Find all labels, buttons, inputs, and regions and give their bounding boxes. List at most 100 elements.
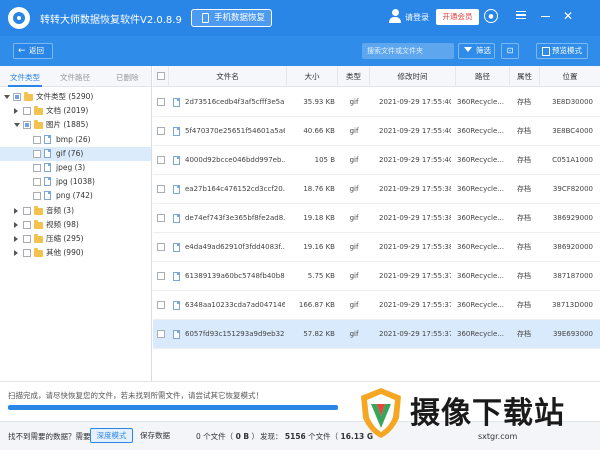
row-checkbox[interactable] bbox=[157, 127, 165, 135]
row-checkbox[interactable] bbox=[157, 214, 165, 222]
select-all-checkbox[interactable] bbox=[157, 72, 165, 80]
tree-node[interactable]: 其他 (990) bbox=[0, 246, 151, 260]
tree-checkbox[interactable] bbox=[23, 107, 31, 116]
selected-number: 0 bbox=[196, 432, 201, 441]
table-row[interactable]: 5f470370e25651f54601a5a6... 40.66 KB gif 20… bbox=[153, 117, 600, 146]
table-row[interactable]: 4000d92bcce046bdd997eb... 105 B gif 2021-09… bbox=[153, 146, 600, 175]
cell-modified: 2021-09-29 17:55:40 bbox=[379, 127, 451, 135]
expand-icon[interactable] bbox=[14, 236, 18, 242]
row-checkbox[interactable] bbox=[157, 156, 165, 164]
cell-path: 360Recycle... bbox=[457, 301, 504, 309]
tree-node[interactable]: 压缩 (295) bbox=[0, 232, 151, 246]
cell-attr: 存档 bbox=[517, 98, 531, 106]
table-row[interactable]: 6057fd93c151293a9d9eb32... 57.82 KB gif 202… bbox=[153, 320, 600, 349]
selected-unit: 个文件（ bbox=[203, 432, 234, 441]
tree-node[interactable]: 图片 (1885) bbox=[0, 118, 151, 132]
tree-node[interactable]: jpg (1038) bbox=[0, 175, 151, 189]
tree-node-label: gif (76) bbox=[56, 148, 84, 158]
vip-button[interactable]: 开通会员 bbox=[436, 9, 479, 25]
header-size[interactable]: 大小 bbox=[287, 66, 338, 87]
table-row[interactable]: de74ef743f3e365bf8fe2ad8... 19.18 KB gif 20… bbox=[153, 204, 600, 233]
tree-node[interactable]: gif (76) bbox=[0, 146, 151, 161]
collapse-icon[interactable] bbox=[4, 95, 10, 99]
tree-node[interactable]: png (742) bbox=[0, 189, 151, 203]
tree-checkbox[interactable] bbox=[23, 121, 31, 130]
watermark-logo-icon bbox=[361, 388, 401, 438]
tree-node-label: jpeg (3) bbox=[56, 163, 86, 172]
tree-node[interactable]: 视频 (98) bbox=[0, 218, 151, 232]
cell-path: 360Recycle... bbox=[457, 127, 504, 135]
tab-file-type[interactable]: 文件类型 bbox=[10, 72, 40, 83]
tree-checkbox[interactable] bbox=[33, 164, 41, 172]
folder-icon bbox=[34, 120, 43, 130]
tree-checkbox[interactable] bbox=[23, 249, 31, 258]
header-type[interactable]: 类型 bbox=[338, 66, 370, 87]
tree-checkbox[interactable] bbox=[23, 220, 31, 229]
tree-node[interactable]: bmp (26) bbox=[0, 133, 151, 147]
tree-node[interactable]: 音频 (3) bbox=[0, 204, 151, 218]
tab-deleted[interactable]: 已删除 bbox=[116, 72, 139, 83]
expand-icon[interactable] bbox=[14, 207, 18, 214]
login-link[interactable]: 请登录 bbox=[405, 12, 429, 23]
tree-checkbox[interactable] bbox=[13, 93, 21, 101]
cell-type: gif bbox=[349, 243, 359, 251]
table-row[interactable]: ea27b164c476152cd3ccf20... 18.76 KB gif 202… bbox=[153, 175, 600, 204]
save-data-button[interactable]: 保存数据 bbox=[140, 428, 170, 443]
tree-checkbox[interactable] bbox=[23, 206, 31, 215]
cell-attr: 存档 bbox=[517, 301, 531, 309]
cell-position: 387187000 bbox=[552, 272, 593, 280]
tree-checkbox[interactable] bbox=[33, 135, 41, 144]
tree-node[interactable]: 文件类型 (5290) bbox=[0, 90, 151, 104]
tree-checkbox[interactable] bbox=[23, 235, 31, 243]
tree-node-label: 音频 (3) bbox=[46, 205, 75, 215]
file-icon bbox=[44, 177, 51, 187]
tree-node[interactable]: 文档 (2019) bbox=[0, 104, 151, 118]
row-checkbox[interactable] bbox=[157, 330, 165, 338]
tab-file-path[interactable]: 文件路径 bbox=[60, 72, 90, 83]
search-input[interactable] bbox=[362, 43, 454, 59]
filter-button[interactable]: 筛选 bbox=[458, 43, 495, 59]
header-attr[interactable]: 属性 bbox=[510, 66, 540, 87]
search-box bbox=[362, 43, 454, 59]
table-row[interactable]: e4da49ad62910f3fdd4083f... 19.16 KB gif 202… bbox=[153, 233, 600, 262]
row-checkbox[interactable] bbox=[157, 301, 165, 309]
tree-node[interactable]: jpeg (3) bbox=[0, 161, 151, 175]
found-unit: 个文件（ bbox=[308, 432, 339, 441]
cell-name: 4000d92bcce046bdd997eb... bbox=[185, 156, 285, 164]
header-path[interactable]: 路径 bbox=[456, 66, 510, 87]
tree-checkbox[interactable] bbox=[33, 192, 41, 201]
minimize-icon[interactable] bbox=[538, 9, 552, 23]
header-modified[interactable]: 修改时间 bbox=[370, 66, 456, 87]
header-position[interactable]: 位置 bbox=[540, 66, 600, 87]
expand-icon[interactable] bbox=[14, 221, 18, 228]
row-checkbox[interactable] bbox=[157, 98, 165, 106]
user-icon[interactable] bbox=[388, 9, 402, 25]
header-name[interactable]: 文件名 bbox=[169, 66, 287, 87]
support-icon[interactable]: ● bbox=[484, 9, 498, 23]
menu-icon[interactable] bbox=[514, 9, 528, 23]
row-checkbox[interactable] bbox=[157, 272, 165, 280]
toolbar: 返回 筛选 ⊡ 预览模式 bbox=[0, 36, 600, 66]
tree-checkbox[interactable] bbox=[33, 178, 41, 187]
cell-path: 360Recycle... bbox=[457, 98, 504, 106]
close-icon[interactable]: ✕ bbox=[561, 9, 575, 23]
view-toggle-icon[interactable]: ⊡ bbox=[501, 43, 519, 59]
folder-icon bbox=[34, 219, 43, 229]
cell-attr: 存档 bbox=[517, 330, 531, 338]
cell-size: 19.18 KB bbox=[303, 214, 335, 222]
preview-mode-button[interactable]: 预览模式 bbox=[536, 43, 588, 59]
deep-mode-button[interactable]: 深度模式 bbox=[90, 428, 133, 443]
row-checkbox[interactable] bbox=[157, 243, 165, 251]
tree-checkbox[interactable] bbox=[33, 149, 41, 158]
table-row[interactable]: 61389139a60bc5748fb40b8... 5.75 KB gif 2021… bbox=[153, 262, 600, 291]
phone-recovery-button[interactable]: 手机数据恢复 bbox=[191, 9, 272, 27]
back-button[interactable]: 返回 bbox=[13, 43, 53, 59]
row-checkbox[interactable] bbox=[157, 185, 165, 193]
expand-icon[interactable] bbox=[14, 250, 18, 257]
cell-modified: 2021-09-29 17:55:38 bbox=[379, 243, 451, 251]
cell-modified: 2021-09-29 17:55:37 bbox=[379, 330, 451, 338]
collapse-icon[interactable] bbox=[14, 123, 20, 128]
expand-icon[interactable] bbox=[14, 108, 18, 115]
table-row[interactable]: 6348aa10233cda7ad047146... 166.87 KB gif 20… bbox=[153, 291, 600, 320]
table-row[interactable]: 2d73516cedb4f3af5cfff3e5a... 35.93 KB gif 2… bbox=[153, 88, 600, 117]
